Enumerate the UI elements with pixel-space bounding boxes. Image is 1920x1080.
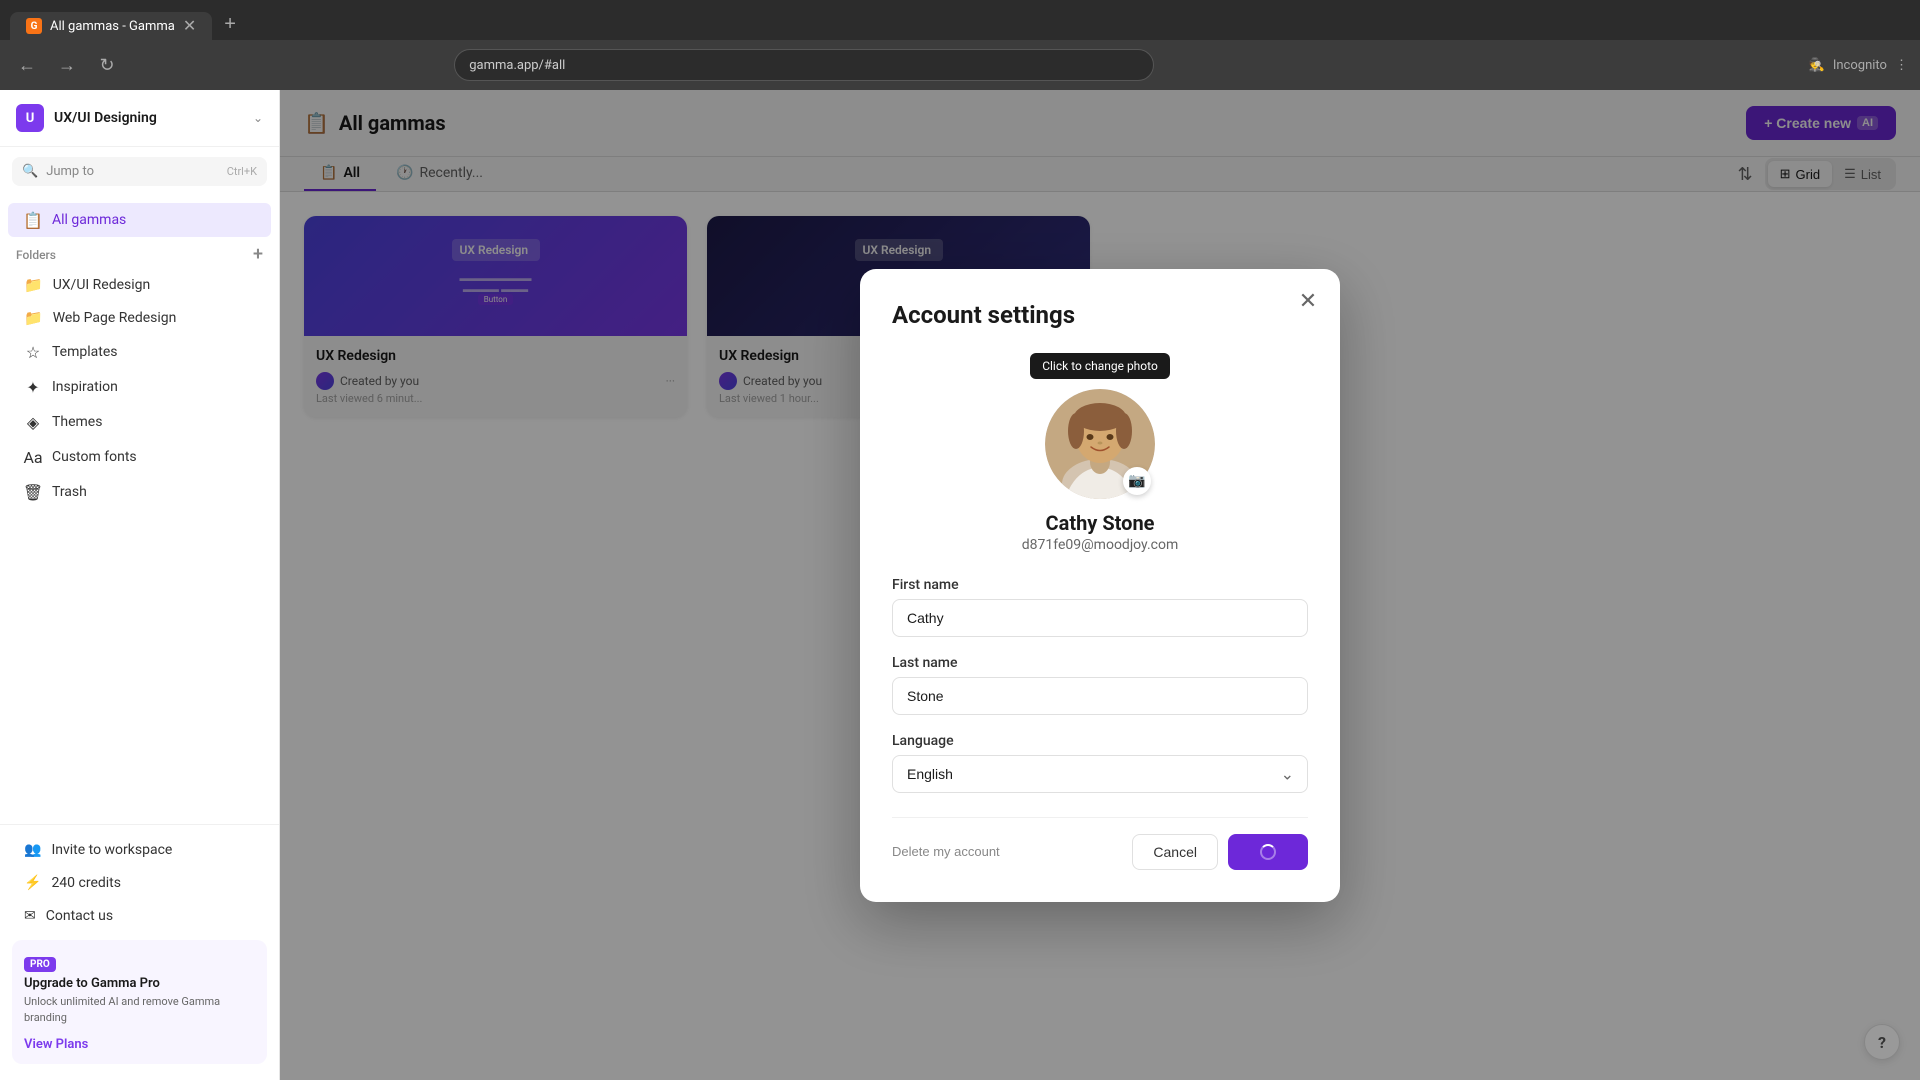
save-button[interactable] bbox=[1228, 834, 1308, 870]
cancel-button[interactable]: Cancel bbox=[1132, 834, 1218, 870]
inspiration-label: Inspiration bbox=[52, 379, 118, 395]
tab-favicon: G bbox=[26, 18, 42, 34]
folder-web-page-redesign[interactable]: 📁 Web Page Redesign bbox=[8, 302, 271, 334]
sidebar-item-themes[interactable]: ◈ Themes bbox=[8, 405, 271, 439]
address-text: gamma.app/#all bbox=[469, 58, 565, 73]
tab-label: All gammas - Gamma bbox=[50, 19, 175, 34]
forward-button[interactable]: → bbox=[52, 50, 82, 80]
first-name-label: First name bbox=[892, 577, 1308, 593]
tab-close-button[interactable]: ✕ bbox=[183, 18, 196, 34]
language-group: Language English Spanish French German J… bbox=[892, 733, 1308, 793]
sidebar-item-invite[interactable]: 👥 Invite to workspace bbox=[8, 834, 271, 866]
sidebar-nav: 📋 All gammas Folders + 📁 UX/UI Redesign … bbox=[0, 196, 279, 516]
sidebar-item-custom-fonts[interactable]: Aa Custom fonts bbox=[8, 440, 271, 474]
folder-name-2: Web Page Redesign bbox=[53, 310, 177, 326]
search-shortcut-text: Ctrl+K bbox=[227, 165, 257, 178]
trash-label: Trash bbox=[52, 484, 87, 500]
modal-overlay[interactable]: Account settings ✕ Click to change photo bbox=[280, 90, 1920, 1080]
sidebar-item-trash[interactable]: 🗑 Trash bbox=[8, 475, 271, 509]
templates-label: Templates bbox=[52, 344, 118, 360]
workspace-chevron-icon[interactable]: ⌄ bbox=[253, 111, 263, 125]
workspace-name: UX/UI Designing bbox=[54, 110, 157, 126]
sidebar-bottom: 👥 Invite to workspace ⚡ 240 credits ✉ Co… bbox=[0, 824, 279, 1080]
last-name-input[interactable] bbox=[892, 677, 1308, 715]
folder-ux-redesign[interactable]: 📁 UX/UI Redesign bbox=[8, 269, 271, 301]
sidebar-item-templates[interactable]: ☆ Templates bbox=[8, 335, 271, 369]
browser-right-icons: 🕵 Incognito ⋮ bbox=[1809, 58, 1908, 73]
user-email-display: d871fe09@moodjoy.com bbox=[1022, 537, 1178, 553]
browser-toolbar: ← → ↻ gamma.app/#all 🕵 Incognito ⋮ bbox=[0, 40, 1920, 90]
credits-icon: ⚡ bbox=[24, 875, 41, 891]
folder-icon: 📁 bbox=[24, 276, 43, 294]
back-button[interactable]: ← bbox=[12, 50, 42, 80]
search-icon: 🔍 bbox=[22, 164, 38, 179]
app-container: U UX/UI Designing ⌄ 🔍 Jump to Ctrl+K 📋 A… bbox=[0, 90, 1920, 1080]
custom-fonts-label: Custom fonts bbox=[52, 449, 137, 465]
main-content: 📋 All gammas + Create new AI 📋 All 🕐 bbox=[280, 90, 1920, 1080]
sidebar-search[interactable]: 🔍 Jump to Ctrl+K bbox=[12, 157, 267, 186]
inspiration-icon: ✦ bbox=[24, 378, 42, 396]
invite-label: Invite to workspace bbox=[51, 842, 172, 858]
camera-button[interactable]: 📷 bbox=[1123, 467, 1151, 495]
first-name-input[interactable] bbox=[892, 599, 1308, 637]
sidebar: U UX/UI Designing ⌄ 🔍 Jump to Ctrl+K 📋 A… bbox=[0, 90, 280, 1080]
all-gammas-label: All gammas bbox=[52, 212, 126, 228]
modal-footer: Delete my account Cancel bbox=[892, 817, 1308, 870]
last-name-group: Last name bbox=[892, 655, 1308, 715]
language-select-wrapper: English Spanish French German Japanese ⌄ bbox=[892, 755, 1308, 793]
incognito-label: Incognito bbox=[1833, 58, 1887, 73]
delete-account-button[interactable]: Delete my account bbox=[892, 844, 1000, 859]
footer-buttons: Cancel bbox=[1132, 834, 1308, 870]
tab-bar: G All gammas - Gamma ✕ + bbox=[0, 0, 1920, 40]
all-gammas-icon: 📋 bbox=[24, 211, 42, 229]
sidebar-item-all-gammas[interactable]: 📋 All gammas bbox=[8, 203, 271, 237]
folder-name: UX/UI Redesign bbox=[53, 277, 151, 293]
modal-title: Account settings bbox=[892, 301, 1308, 329]
upgrade-title: Upgrade to Gamma Pro bbox=[24, 976, 255, 991]
themes-icon: ◈ bbox=[24, 413, 42, 431]
avatar-section: Click to change photo bbox=[892, 353, 1308, 553]
view-plans-link[interactable]: View Plans bbox=[24, 1037, 88, 1052]
account-settings-modal: Account settings ✕ Click to change photo bbox=[860, 269, 1340, 902]
upgrade-section: PRO Upgrade to Gamma Pro Unlock unlimite… bbox=[12, 940, 267, 1064]
templates-icon: ☆ bbox=[24, 343, 42, 361]
browser-chrome: G All gammas - Gamma ✕ + ← → ↻ gamma.app… bbox=[0, 0, 1920, 90]
search-placeholder-text: Jump to bbox=[46, 164, 219, 179]
pro-badge: PRO bbox=[24, 957, 56, 972]
first-name-group: First name bbox=[892, 577, 1308, 637]
avatar-wrapper[interactable]: 📷 bbox=[1045, 389, 1155, 499]
sidebar-header: U UX/UI Designing ⌄ bbox=[0, 90, 279, 147]
fonts-icon: Aa bbox=[24, 448, 42, 466]
sidebar-item-inspiration[interactable]: ✦ Inspiration bbox=[8, 370, 271, 404]
folders-label: Folders bbox=[16, 248, 56, 262]
invite-icon: 👥 bbox=[24, 842, 41, 858]
last-name-label: Last name bbox=[892, 655, 1308, 671]
contact-icon: ✉ bbox=[24, 908, 36, 924]
address-bar[interactable]: gamma.app/#all bbox=[454, 49, 1154, 81]
new-tab-button[interactable]: + bbox=[212, 9, 248, 40]
save-spinner bbox=[1260, 844, 1276, 860]
credits-label: 240 credits bbox=[51, 875, 121, 891]
trash-icon: 🗑 bbox=[24, 483, 42, 501]
modal-close-button[interactable]: ✕ bbox=[1292, 285, 1324, 317]
themes-label: Themes bbox=[52, 414, 102, 430]
language-label: Language bbox=[892, 733, 1308, 749]
contact-label: Contact us bbox=[46, 908, 113, 924]
folder-icon-2: 📁 bbox=[24, 309, 43, 327]
language-select[interactable]: English Spanish French German Japanese bbox=[892, 755, 1308, 793]
sidebar-item-contact[interactable]: ✉ Contact us bbox=[8, 900, 271, 932]
folders-section-title: Folders + bbox=[0, 238, 279, 268]
workspace-avatar: U bbox=[16, 104, 44, 132]
add-folder-button[interactable]: + bbox=[253, 246, 263, 264]
user-display-name: Cathy Stone bbox=[1046, 511, 1155, 535]
upgrade-desc: Unlock unlimited AI and remove Gamma bra… bbox=[24, 994, 255, 1025]
active-tab[interactable]: G All gammas - Gamma ✕ bbox=[10, 12, 212, 40]
reload-button[interactable]: ↻ bbox=[92, 50, 122, 80]
incognito-icon: 🕵 bbox=[1809, 58, 1825, 73]
workspace-info[interactable]: U UX/UI Designing bbox=[16, 104, 157, 132]
sidebar-item-credits[interactable]: ⚡ 240 credits bbox=[8, 867, 271, 899]
photo-tooltip: Click to change photo bbox=[1030, 353, 1170, 379]
menu-icon[interactable]: ⋮ bbox=[1895, 58, 1908, 73]
